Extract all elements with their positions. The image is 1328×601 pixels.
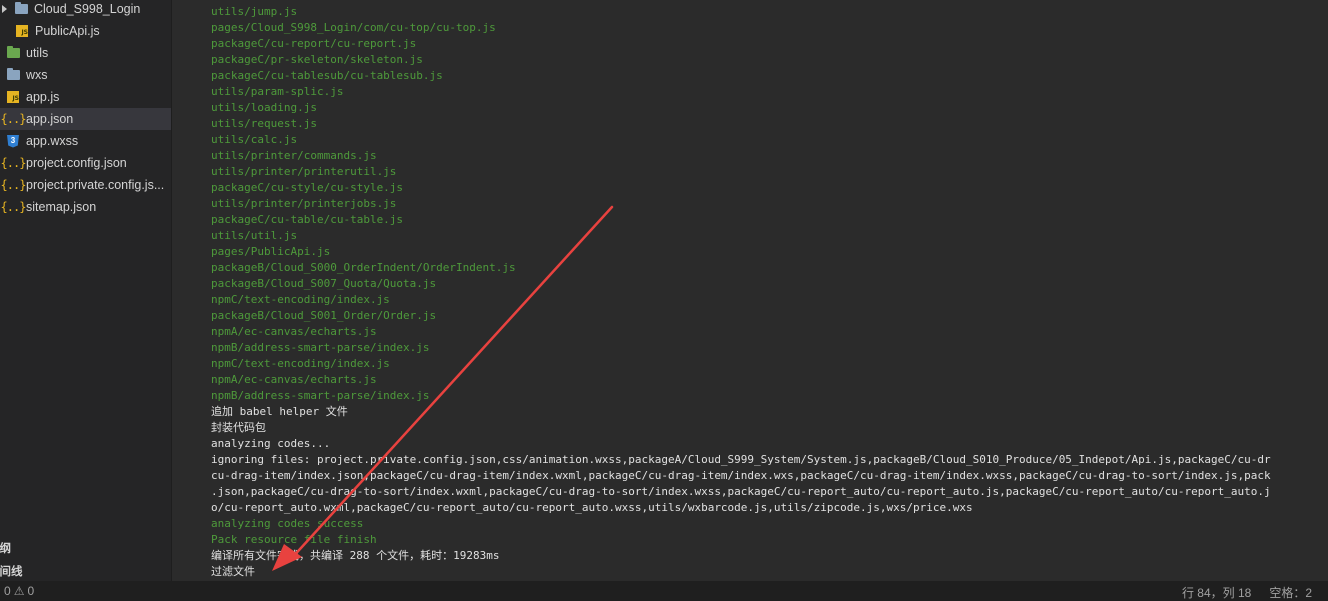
console-line: Pack resource file finish [211, 533, 377, 546]
tree-item[interactable]: wxs [0, 64, 171, 86]
console-line: utils/util.js [211, 229, 298, 242]
console-line: cu-drag-item/index.json,packageC/cu-drag… [211, 469, 1271, 482]
folder-icon [6, 68, 20, 82]
console-line: utils/printer/printerjobs.js [211, 197, 397, 210]
json-file-icon: {..} [0, 178, 27, 192]
json-file-icon: {..} [0, 112, 27, 126]
compile-output-console: utils/jump.js pages/Cloud_S998_Login/com/… [172, 0, 1328, 581]
console-line: npmB/address-smart-parse/index.js [211, 341, 430, 354]
tree-item[interactable]: utils [0, 42, 171, 64]
warning-icon: ⚠ [13, 584, 25, 598]
warning-count: 0 [27, 584, 35, 598]
console-line: packageC/cu-tablesub/cu-tablesub.js [211, 69, 443, 82]
tree-item-label: app.json [26, 112, 74, 126]
console-line: utils/loading.js [211, 101, 317, 114]
tree-item-label: PublicApi.js [35, 24, 100, 38]
folder-icon [14, 2, 28, 16]
console-line: analyzing codes... [211, 437, 331, 450]
console-line: npmC/text-encoding/index.js [211, 293, 390, 306]
tree-item[interactable]: {..} project.private.config.js... [0, 174, 171, 196]
console-line: 编译所有文件完成，共编译 288 个文件，耗时：19283ms [211, 549, 500, 562]
console-line: analyzing codes success [211, 517, 364, 530]
json-file-icon: {..} [0, 200, 27, 214]
console-line: npmA/ec-canvas/echarts.js [211, 325, 377, 338]
tree-item-label: wxs [26, 68, 48, 82]
cursor-position[interactable]: 行 84，列 18 [1182, 584, 1251, 601]
outline-panel-header[interactable]: 大纲 [0, 540, 23, 556]
tree-item-label: app.wxss [26, 134, 79, 148]
console-line: packageB/Cloud_S001_Order/Order.js [211, 309, 437, 322]
console-line: utils/request.js [211, 117, 317, 130]
tree-item[interactable]: Cloud_S998_Login [0, 0, 171, 20]
tree-item[interactable]: {..} sitemap.json [0, 196, 171, 218]
folder-green-icon [6, 46, 20, 60]
console-line: pages/Cloud_S998_Login/com/cu-top/cu-top… [211, 21, 496, 34]
js-file-icon: JS [15, 24, 29, 38]
tree-item-label: project.private.config.js... [26, 178, 165, 192]
tree-item-label: app.js [26, 90, 60, 104]
console-line: packageC/cu-table/cu-table.js [211, 213, 404, 226]
tree-item[interactable]: JS app.js [0, 86, 171, 108]
chevron-right-icon[interactable] [2, 5, 7, 13]
console-line: .json,packageC/cu-drag-to-sort/index.wxm… [211, 485, 1271, 498]
timeline-panel-header[interactable]: 时间线 [0, 563, 35, 579]
console-line: packageC/cu-report/cu-report.js [211, 37, 417, 50]
indentation-setting[interactable]: 空格：2 [1269, 584, 1312, 601]
tree-item[interactable]: JS PublicApi.js [0, 20, 171, 42]
console-line: 过滤文件 [211, 565, 255, 578]
json-file-icon: {..} [0, 156, 27, 170]
console-line: utils/param-splic.js [211, 85, 344, 98]
console-line: packageC/cu-style/cu-style.js [211, 181, 404, 194]
console-line: o/cu-report_auto.wxml,packageC/cu-report… [211, 501, 973, 514]
status-bar: 0 ⚠ 0 行 84，列 18 空格：2 [0, 581, 1328, 601]
tree-item[interactable]: {..} app.json [0, 108, 171, 130]
css-file-icon: 3 [6, 134, 20, 148]
tree-item[interactable]: {..} project.config.json [0, 152, 171, 174]
js-file-icon: JS [6, 90, 20, 104]
console-line: npmB/address-smart-parse/index.js [211, 389, 430, 402]
console-line: utils/jump.js [211, 5, 298, 18]
tree-item-label: utils [26, 46, 49, 60]
console-line: packageB/Cloud_S000_OrderIndent/OrderInd… [211, 261, 516, 274]
console-line: ignoring files: project.private.config.j… [211, 453, 1271, 466]
console-line: 封装代码包 [211, 421, 266, 434]
console-line: packageB/Cloud_S007_Quota/Quota.js [211, 277, 437, 290]
problems-indicator[interactable]: 0 ⚠ 0 [4, 584, 34, 598]
console-line: 追加 babel helper 文件 [211, 405, 348, 418]
console-line: npmA/ec-canvas/echarts.js [211, 373, 377, 386]
console-line: npmC/text-encoding/index.js [211, 357, 390, 370]
console-line: utils/printer/commands.js [211, 149, 377, 162]
tree-item-label: sitemap.json [26, 200, 97, 214]
console-line: utils/calc.js [211, 133, 298, 146]
tree-item[interactable]: 3 app.wxss [0, 130, 171, 152]
file-explorer-sidebar: Cloud_S998_Login JS PublicApi.js utils wxs JS… [0, 0, 172, 581]
console-line: utils/printer/printerutil.js [211, 165, 397, 178]
error-count: 0 [4, 584, 11, 598]
console-line: packageC/pr-skeleton/skeleton.js [211, 53, 423, 66]
console-line: pages/PublicApi.js [211, 245, 331, 258]
tree-item-label: project.config.json [26, 156, 127, 170]
tree-item-label: Cloud_S998_Login [34, 2, 141, 16]
